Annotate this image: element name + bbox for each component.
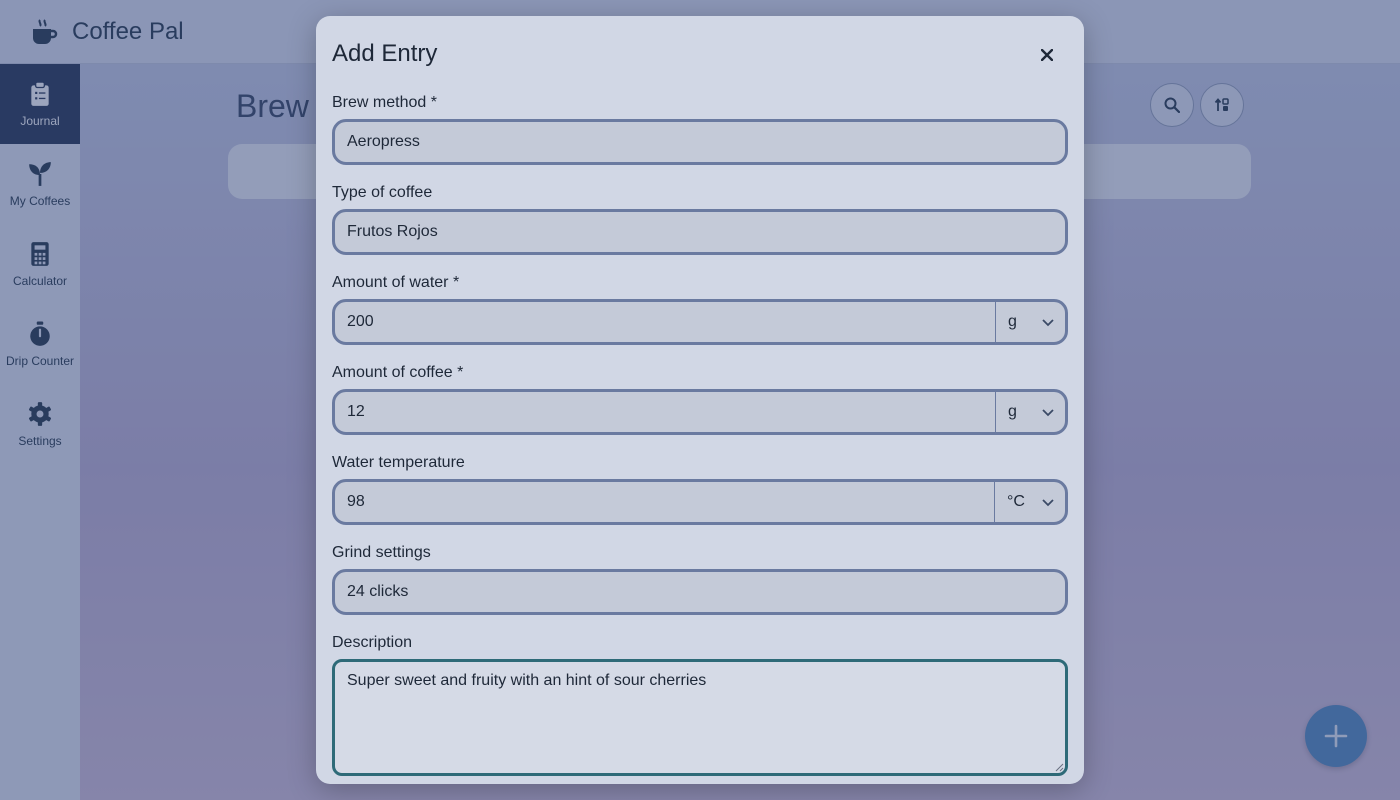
brew-method-label: Brew method * bbox=[332, 94, 437, 111]
coffee-type-label: Type of coffee bbox=[332, 184, 433, 201]
chevron-down-icon bbox=[1042, 409, 1054, 417]
water-temp-input[interactable]: 98 bbox=[335, 493, 994, 511]
temp-unit-select[interactable]: °C bbox=[994, 482, 1065, 522]
chevron-down-icon bbox=[1042, 319, 1054, 327]
water-unit-select[interactable]: g bbox=[995, 302, 1065, 342]
coffee-amount-input[interactable]: 12 bbox=[335, 403, 995, 421]
description-textarea[interactable]: Super sweet and fruity with an hint of s… bbox=[332, 659, 1068, 776]
add-entry-dialog: Add Entry Brew method * Aeropress Type o… bbox=[316, 16, 1084, 784]
brew-method-input[interactable]: Aeropress bbox=[332, 119, 1068, 165]
water-amount-field: 200 g bbox=[332, 299, 1068, 345]
coffee-amount-label: Amount of coffee * bbox=[332, 364, 464, 381]
water-temp-field: 98 °C bbox=[332, 479, 1068, 525]
chevron-down-icon bbox=[1042, 499, 1054, 507]
description-value: Super sweet and fruity with an hint of s… bbox=[347, 672, 707, 689]
grind-label: Grind settings bbox=[332, 544, 431, 561]
coffee-unit-select[interactable]: g bbox=[995, 392, 1065, 432]
dialog-title: Add Entry bbox=[332, 40, 438, 67]
grind-value: 24 clicks bbox=[347, 583, 409, 600]
close-button[interactable] bbox=[1030, 38, 1064, 72]
close-icon bbox=[1041, 49, 1053, 61]
coffee-type-input[interactable]: Frutos Rojos bbox=[332, 209, 1068, 255]
brew-method-value: Aeropress bbox=[347, 133, 420, 150]
water-unit-value: g bbox=[1008, 313, 1017, 330]
description-label: Description bbox=[332, 634, 413, 651]
coffee-unit-value: g bbox=[1008, 403, 1017, 420]
grind-input[interactable]: 24 clicks bbox=[332, 569, 1068, 615]
water-amount-input[interactable]: 200 bbox=[335, 313, 995, 331]
coffee-amount-field: 12 g bbox=[332, 389, 1068, 435]
temp-unit-value: °C bbox=[1007, 493, 1025, 510]
water-amount-label: Amount of water * bbox=[332, 274, 460, 291]
water-temp-label: Water temperature bbox=[332, 454, 465, 471]
resize-handle-icon[interactable] bbox=[1054, 762, 1064, 772]
coffee-type-value: Frutos Rojos bbox=[347, 223, 438, 240]
